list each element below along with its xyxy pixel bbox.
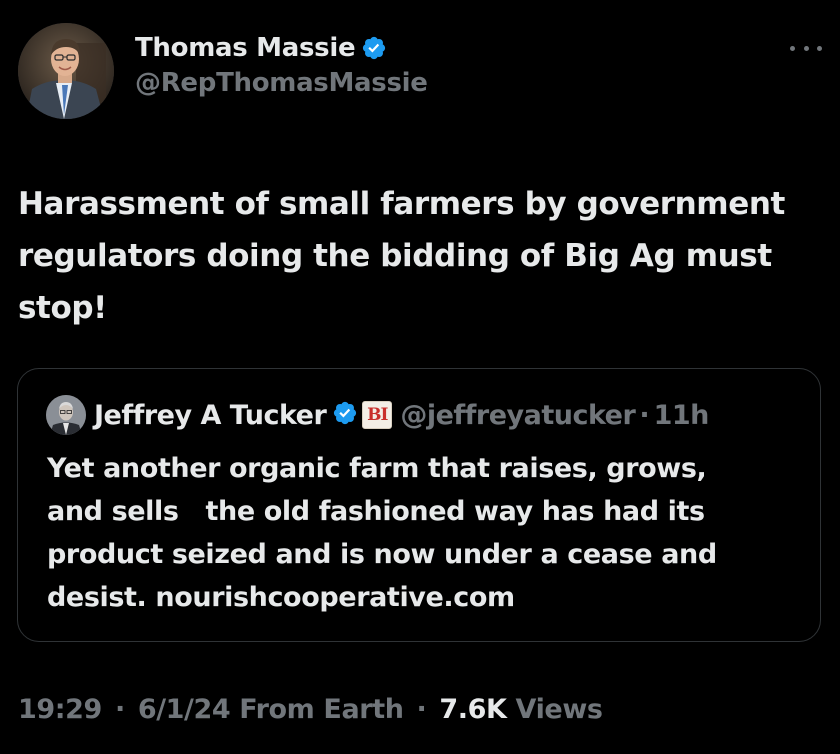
quoted-tweet-header: Jeffrey A Tucker BI @jeffreyatucker · 11… bbox=[46, 395, 709, 435]
author-name-row: Thomas Massie bbox=[135, 30, 428, 66]
tweet-post: Thomas Massie @RepThomasMassie Harassmen… bbox=[0, 0, 840, 754]
author-avatar[interactable] bbox=[18, 23, 114, 119]
quoted-text-line: and sells the old fashioned way has had … bbox=[47, 496, 705, 527]
views-label: Views bbox=[515, 694, 603, 725]
quoted-tweet-time[interactable]: 11h bbox=[654, 400, 710, 431]
separator-dot: · bbox=[639, 399, 650, 431]
more-options-button[interactable] bbox=[790, 38, 822, 58]
quoted-tweet-text: Yet another organic farm that raises, gr… bbox=[47, 447, 807, 619]
quoted-author-handle[interactable]: @jeffreyatucker bbox=[400, 400, 636, 431]
verified-badge-icon[interactable] bbox=[361, 35, 387, 61]
quoted-text-line: desist. nourishcooperative.com bbox=[47, 582, 515, 613]
more-dot-icon bbox=[790, 45, 795, 51]
verified-badge-icon bbox=[332, 400, 358, 430]
tweet-text: Harassment of small farmers by governmen… bbox=[18, 186, 785, 326]
quoted-text-line: Yet another organic farm that raises, gr… bbox=[47, 453, 707, 484]
quoted-text-line: product seized and is now under a cease … bbox=[47, 539, 717, 570]
post-date[interactable]: 6/1/24 bbox=[138, 694, 231, 725]
affiliate-badge-label: BI bbox=[367, 405, 388, 425]
views-count[interactable]: 7.6K bbox=[439, 694, 507, 725]
post-time[interactable]: 19:29 bbox=[18, 694, 102, 725]
separator-dot: · bbox=[114, 694, 125, 725]
affiliate-badge-icon[interactable]: BI bbox=[362, 401, 393, 429]
author-block: Thomas Massie @RepThomasMassie bbox=[135, 30, 428, 98]
author-display-name[interactable]: Thomas Massie bbox=[135, 33, 356, 63]
more-dot-icon bbox=[817, 45, 822, 51]
quoted-author-name[interactable]: Jeffrey A Tucker bbox=[94, 400, 327, 431]
post-location: From Earth bbox=[239, 694, 404, 725]
author-handle[interactable]: @RepThomasMassie bbox=[135, 68, 428, 98]
quoted-tweet-card[interactable]: Jeffrey A Tucker BI @jeffreyatucker · 11… bbox=[17, 368, 821, 642]
more-dot-icon bbox=[803, 45, 809, 51]
separator-dot: · bbox=[416, 694, 427, 725]
tweet-meta: 19:29 · 6/1/24 From Earth · 7.6K Views bbox=[18, 694, 603, 725]
quoted-author-avatar[interactable] bbox=[46, 395, 86, 435]
